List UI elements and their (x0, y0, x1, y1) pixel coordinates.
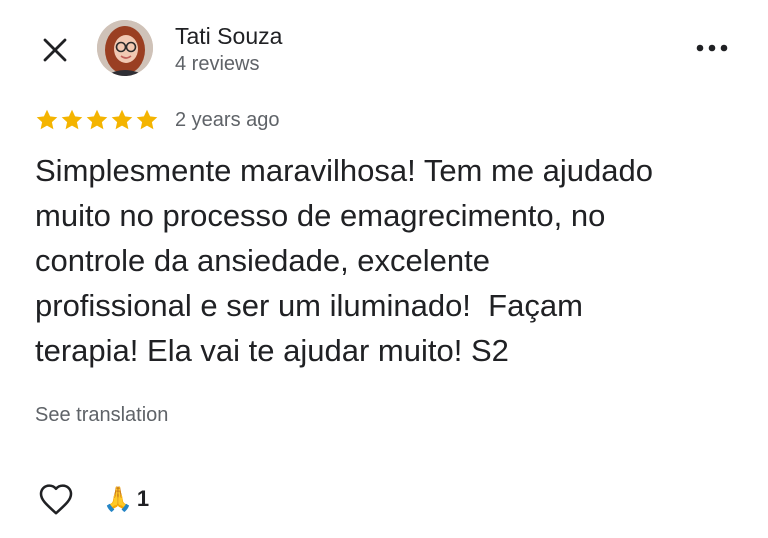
review-date: 2 years ago (175, 108, 280, 131)
author-review-count: 4 reviews (175, 53, 260, 75)
star-icon (136, 109, 158, 130)
star-icon (36, 109, 58, 130)
like-button[interactable] (35, 478, 77, 520)
more-options-button[interactable] (690, 32, 734, 64)
star-icon (61, 109, 83, 130)
reaction-chip[interactable]: 🙏 1 (103, 485, 149, 513)
close-icon (43, 38, 67, 62)
more-horizontal-icon (696, 44, 728, 52)
avatar[interactable] (97, 20, 153, 76)
star-rating (35, 108, 159, 132)
praying-hands-icon: 🙏 (103, 485, 133, 513)
star-icon (111, 109, 133, 130)
review-header: Tati Souza 4 reviews (0, 0, 768, 96)
see-translation-link[interactable]: See translation (35, 402, 168, 428)
heart-outline-icon (39, 484, 73, 515)
star-icon (86, 109, 108, 130)
reactions-bar: 🙏 1 (35, 478, 149, 520)
avatar-image (97, 20, 153, 76)
rating-row: 2 years ago (35, 104, 280, 136)
close-button[interactable] (34, 29, 76, 71)
author-name[interactable]: Tati Souza (175, 22, 282, 50)
reaction-count: 1 (136, 486, 150, 511)
review-text: Simplesmente maravilhosa! Tem me ajudado… (35, 153, 654, 368)
